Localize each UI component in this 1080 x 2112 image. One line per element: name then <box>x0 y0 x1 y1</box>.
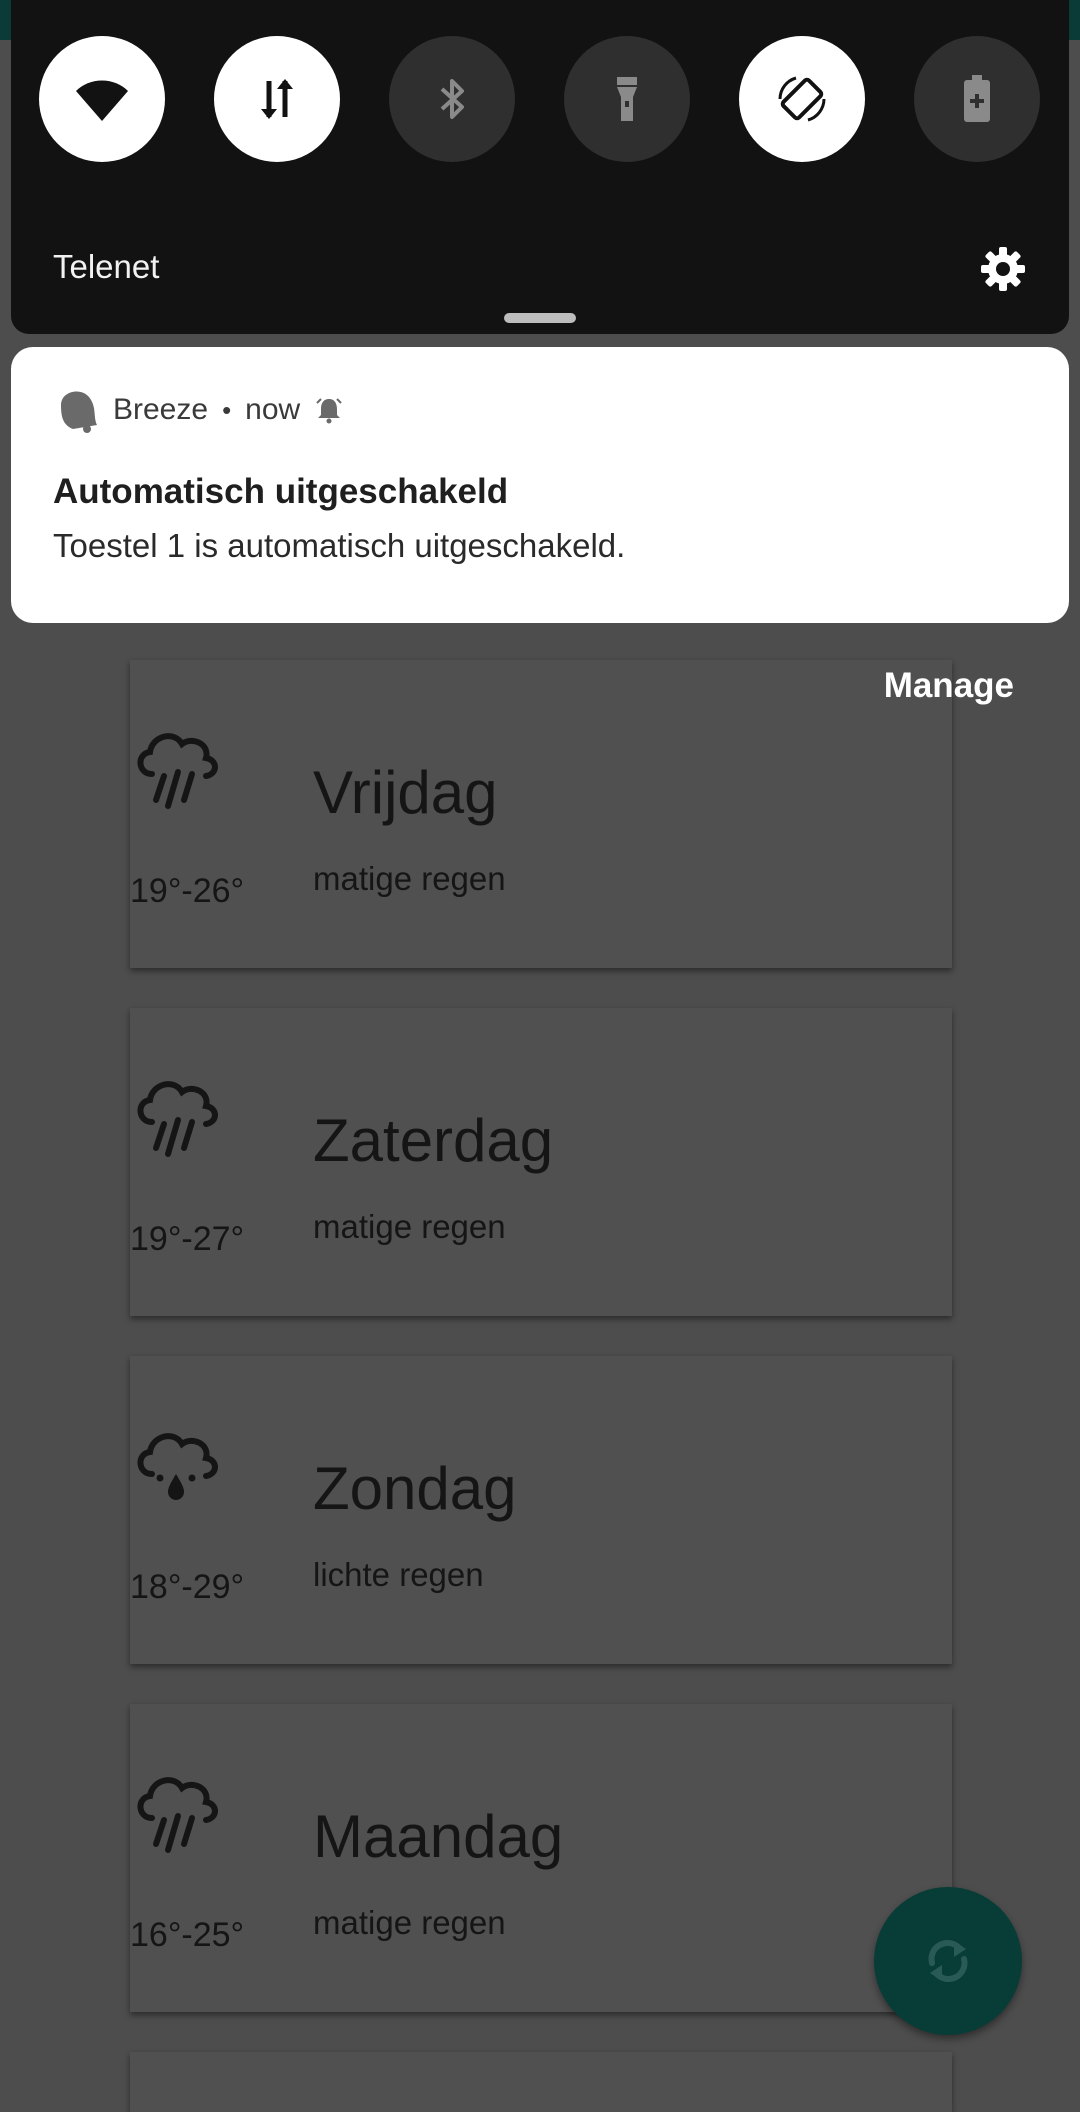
mobile-data-icon <box>261 79 293 119</box>
flashlight-icon <box>617 77 637 121</box>
light-rain-icon <box>137 1433 218 1500</box>
bell-icon <box>61 391 97 433</box>
auto-rotate-tile[interactable] <box>739 36 865 162</box>
weather-card-friday[interactable]: 19°-26° Vrijdag matige regen <box>130 660 952 968</box>
weather-description: matige regen <box>313 1904 506 1941</box>
wifi-tile[interactable] <box>39 36 165 162</box>
shade-drag-handle[interactable] <box>504 313 576 323</box>
weather-description: lichte regen <box>313 1556 484 1593</box>
day-name: Maandag <box>313 1803 564 1870</box>
weather-card-monday[interactable]: 16°-25° Maandag matige regen <box>130 1704 952 2012</box>
weather-description: matige regen <box>313 1208 506 1245</box>
day-name: Zondag <box>313 1455 517 1522</box>
manage-button[interactable]: Manage <box>884 666 1014 706</box>
temperature-range: 19°-26° <box>130 872 245 910</box>
mobile-data-tile[interactable] <box>214 36 340 162</box>
weather-card-sunday[interactable]: 18°-29° Zondag lichte regen <box>130 1356 952 1664</box>
temperature-range: 16°-25° <box>130 1916 245 1954</box>
notification-header: Breeze • now <box>53 387 344 433</box>
day-name: Vrijdag <box>313 759 498 826</box>
temperature-range: 18°-29° <box>130 1568 245 1606</box>
weather-card-next[interactable] <box>130 2052 952 2112</box>
day-name: Zaterdag <box>313 1107 554 1174</box>
weather-card-saturday[interactable]: 19°-27° Zaterdag matige regen <box>130 1008 952 1316</box>
alert-bell-icon <box>316 398 342 424</box>
carrier-name: Telenet <box>53 248 160 285</box>
bluetooth-tile[interactable] <box>389 36 515 162</box>
battery-saver-icon <box>964 75 990 122</box>
quick-settings-panel: Telenet <box>11 0 1069 334</box>
heavy-rain-icon <box>137 1081 218 1157</box>
refresh-button[interactable] <box>874 1887 1022 2035</box>
settings-gear-icon[interactable] <box>979 245 1027 293</box>
auto-rotate-icon <box>778 76 826 122</box>
notification-app-name: Breeze <box>113 393 209 426</box>
wifi-icon <box>76 80 128 121</box>
battery-saver-tile[interactable] <box>914 36 1040 162</box>
heavy-rain-icon <box>137 1777 218 1853</box>
bluetooth-icon <box>440 79 464 119</box>
heavy-rain-icon <box>137 733 218 809</box>
header-separator: • <box>222 394 232 425</box>
weather-description: matige regen <box>313 860 506 897</box>
notification-time: now <box>245 393 301 426</box>
flashlight-tile[interactable] <box>564 36 690 162</box>
notification-card[interactable]: Breeze • now Automatisch uitgeschakeld T… <box>11 347 1069 623</box>
notification-text: Toestel 1 is automatisch uitgeschakeld. <box>53 527 626 564</box>
notification-title: Automatisch uitgeschakeld <box>53 472 509 511</box>
temperature-range: 19°-27° <box>130 1220 245 1258</box>
refresh-icon <box>928 1940 968 1982</box>
